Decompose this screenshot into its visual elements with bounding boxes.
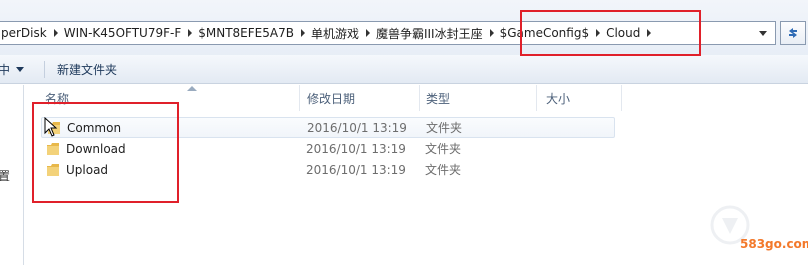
- new-folder-label: 新建文件夹: [57, 63, 118, 77]
- new-folder-button[interactable]: 新建文件夹: [57, 55, 117, 84]
- annotation-box-path: [520, 10, 701, 56]
- breadcrumb-label: $MNT8EFE5A7B: [198, 26, 294, 40]
- organize-label: 中: [0, 63, 11, 77]
- chevron-down-icon: [16, 67, 25, 72]
- file-date: 2016/10/1 13:19: [307, 120, 407, 135]
- breadcrumb-arrow-icon[interactable]: [486, 22, 498, 44]
- refresh-icon: [789, 28, 797, 38]
- toolbar-divider: [44, 61, 45, 78]
- breadcrumb-arrow-icon[interactable]: [297, 22, 309, 44]
- column-header-size[interactable]: 大小: [537, 85, 622, 111]
- file-type: 文件夹: [425, 142, 462, 156]
- column-header-type[interactable]: 类型: [420, 85, 537, 111]
- breadcrumb-item[interactable]: WIN-K45OFTU79F-F: [62, 22, 185, 44]
- breadcrumb-arrow-icon[interactable]: [362, 22, 374, 44]
- breadcrumb-item[interactable]: 单机游戏: [309, 22, 362, 44]
- file-date: 2016/10/1 13:19: [306, 162, 406, 177]
- organize-button[interactable]: 中: [0, 55, 25, 84]
- breadcrumb-label: WIN-K45OFTU79F-F: [63, 26, 182, 40]
- breadcrumb-label: 单机游戏: [310, 26, 359, 41]
- command-bar: 中 新建文件夹: [0, 55, 808, 84]
- column-header-date[interactable]: 修改日期: [300, 85, 420, 111]
- file-date: 2016/10/1 13:19: [306, 141, 406, 156]
- annotation-box-folders: [32, 102, 179, 203]
- breadcrumb-item[interactable]: 魔兽争霸III冰封王座: [374, 22, 486, 44]
- breadcrumb-label: perDisk: [1, 26, 47, 40]
- breadcrumb-arrow-icon[interactable]: [50, 22, 62, 44]
- column-header-label: 大小: [546, 91, 571, 106]
- breadcrumb-item[interactable]: perDisk: [0, 22, 50, 44]
- nav-item-label[interactable]: 置: [0, 167, 10, 184]
- watermark-text: 583go.com: [740, 237, 808, 251]
- breadcrumb-item[interactable]: $MNT8EFE5A7B: [196, 22, 297, 44]
- file-type: 文件夹: [425, 163, 462, 177]
- column-header-label: 类型: [426, 91, 451, 106]
- refresh-button[interactable]: [780, 21, 806, 45]
- breadcrumb-label: 魔兽争霸III冰封王座: [375, 26, 483, 41]
- column-header-label: 修改日期: [307, 91, 356, 106]
- navigation-pane[interactable]: 置: [0, 85, 24, 265]
- breadcrumb-arrow-icon[interactable]: [184, 22, 196, 44]
- file-type: 文件夹: [426, 121, 463, 135]
- address-history-dropdown-icon[interactable]: [752, 22, 774, 44]
